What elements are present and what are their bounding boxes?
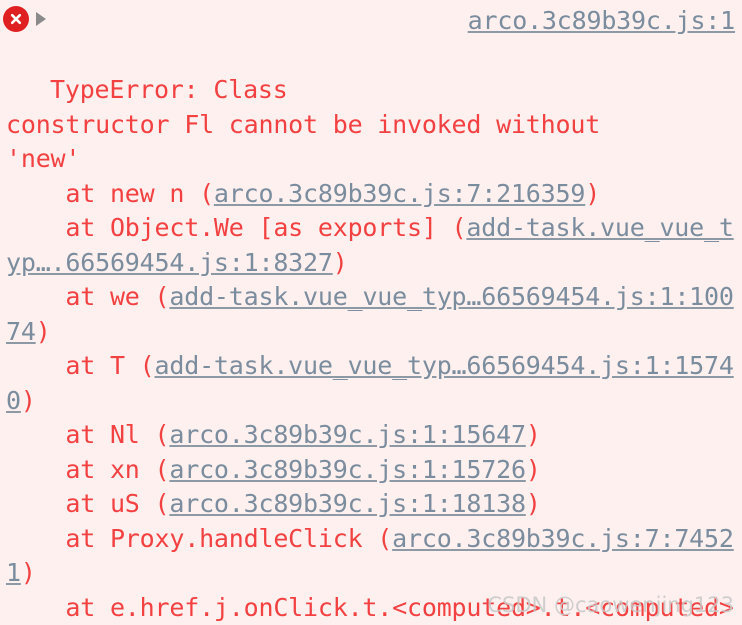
stack-frame-close-paren: ) (332, 247, 348, 277)
error-message-and-stack: TypeError: Class constructor Fl cannot b… (0, 4, 742, 625)
stack-frame-close-paren: ) (20, 385, 36, 415)
stack-frame: at Object.We [as exports] (add-task.vue_… (6, 213, 734, 277)
stack-frame-function: at Object.We [as exports] ( (6, 213, 467, 242)
stack-frame-close-paren: ) (35, 316, 51, 346)
stack-frame-source-link[interactable]: arco.3c89b39c.js:1:18138 (169, 489, 526, 518)
stack-frame: at e.href.j.onClick.t.<computed>.t.<comp… (6, 593, 742, 625)
stack-frame-function: at Proxy.handleClick ( (6, 523, 393, 553)
stack-frame-function: at e.href.j.onClick.t.<computed>.t.<comp… (65, 592, 734, 622)
stack-frame-function: at Nl ( (6, 420, 170, 449)
stack-frame: at new n (arco.3c89b39c.js:7:216359) (6, 179, 600, 208)
stack-frame-function: at xn ( (6, 454, 170, 484)
stack-frame-function: at uS ( (6, 489, 170, 518)
stack-frame-function: at new n ( (6, 178, 214, 208)
stack-frame-source-link[interactable]: arco.3c89b39c.js:1:15726 (169, 455, 526, 484)
stack-frame: at T (add-task.vue_vue_typ…66569454.js:1… (6, 351, 734, 415)
stack-frame-close-paren: ) (525, 420, 541, 449)
stack-frame-close-paren: ) (20, 558, 36, 587)
stack-frame-close-paren: ) (585, 178, 601, 208)
stack-frame-function: at we ( (6, 282, 170, 311)
stack-frame-source-link[interactable]: arco.3c89b39c.js:7:216359 (214, 179, 585, 208)
stack-frame: at Proxy.handleClick (arco.3c89b39c.js:7… (6, 524, 734, 588)
stack-frame-close-paren: ) (525, 489, 541, 518)
stack-frame-close-paren: ) (525, 454, 541, 484)
error-type-and-message: TypeError: Class (50, 75, 288, 104)
error-message-continuation: constructor Fl cannot be invoked without… (6, 109, 601, 174)
console-error-entry: arco.3c89b39c.js:1 TypeError: Class cons… (0, 0, 742, 625)
stack-frame: at uS (arco.3c89b39c.js:1:18138) (6, 489, 541, 518)
stack-frame: at we (add-task.vue_vue_typ…66569454.js:… (6, 282, 734, 346)
error-body: TypeError: Class constructor Fl cannot b… (6, 73, 736, 625)
stack-frame-function: at T ( (6, 351, 155, 380)
stack-frame: at Nl (arco.3c89b39c.js:1:15647) (6, 420, 541, 449)
stack-frame-source-link[interactable]: arco.3c89b39c.js:1:15647 (169, 420, 526, 449)
stack-frame: at xn (arco.3c89b39c.js:1:15726) (6, 454, 541, 484)
